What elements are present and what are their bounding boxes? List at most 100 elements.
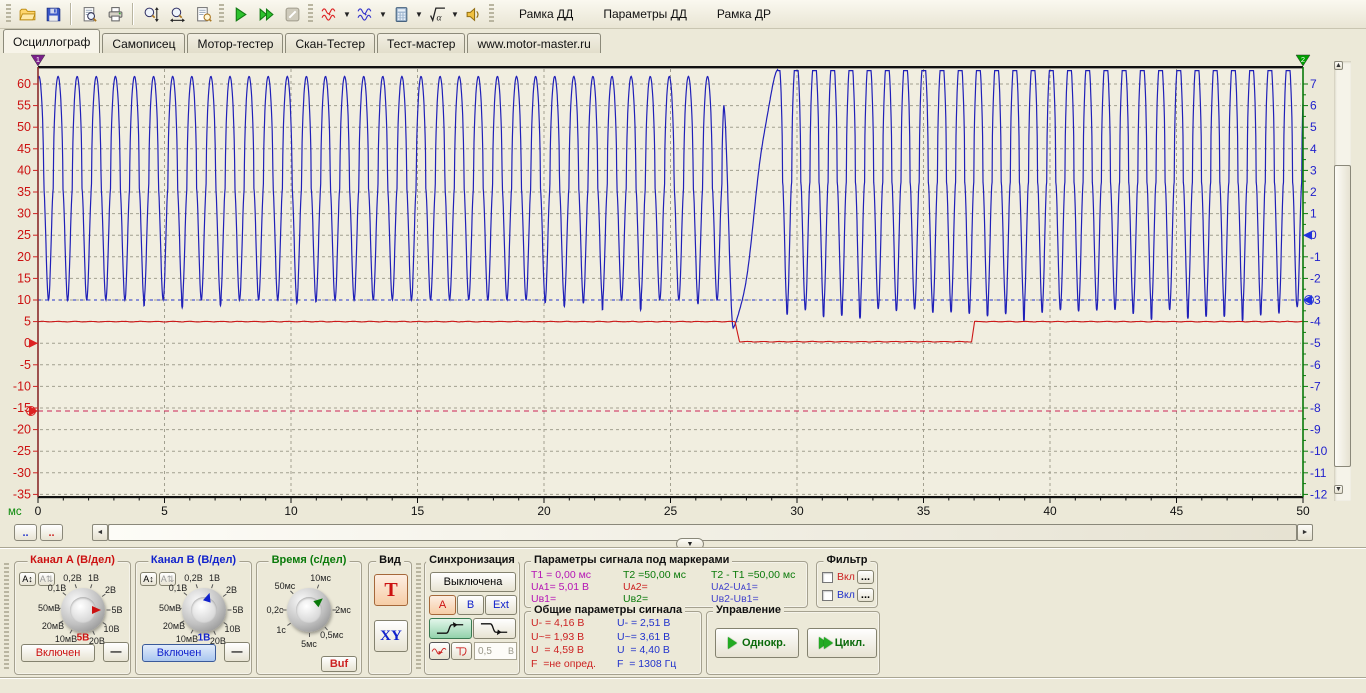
math-formula-button[interactable]: α <box>424 2 450 26</box>
vertical-scrollbar-thumb[interactable] <box>1334 165 1351 467</box>
time-dial-label: 5мс <box>301 639 317 649</box>
dropdown-arrow-icon[interactable]: ▼ <box>450 10 460 19</box>
toolbar-grip[interactable] <box>308 4 313 24</box>
signal-b-menu-button[interactable] <box>352 2 378 26</box>
dropdown-arrow-icon[interactable]: ▼ <box>414 10 424 19</box>
time-group: Время (с/дел) Buf 1с0,2с50мс10мс2мс0,5мс… <box>256 561 362 675</box>
x-axis-unit: мс <box>8 506 22 518</box>
view-xy-button[interactable]: XY <box>374 620 408 652</box>
filter-b-more-button[interactable]: ... <box>857 588 874 602</box>
time-dial-label: 10мс <box>310 573 331 583</box>
svg-text:-10: -10 <box>1310 444 1328 458</box>
tab-website[interactable]: www.motor-master.ru <box>467 33 600 53</box>
common-param-b: U~= 3,61 В <box>617 631 670 643</box>
tab-motor-tester[interactable]: Мотор-тестер <box>187 33 283 53</box>
sync-falling-edge-button[interactable] <box>473 618 516 639</box>
page-scale-button[interactable] <box>190 2 216 26</box>
tab-recorder[interactable]: Самописец <box>102 33 185 53</box>
svg-text:55: 55 <box>17 99 31 113</box>
tab-oscilloscope[interactable]: Осциллограф <box>3 29 100 53</box>
channel-b-coupling-dc-button[interactable]: А↕ <box>140 572 157 586</box>
common-param-b: U = 4,40 В <box>617 644 670 656</box>
svg-text:-1: -1 <box>1310 250 1321 264</box>
frame-dd-button[interactable]: Рамка ДД <box>511 3 581 25</box>
toolbar-grip[interactable] <box>6 4 11 24</box>
channel-a-zero-marker[interactable] <box>29 339 38 348</box>
sync-mode-auto-button[interactable] <box>429 642 450 660</box>
filter-b-label: Вкл <box>837 589 855 601</box>
buffer-button[interactable]: Buf <box>321 656 357 672</box>
play-icon <box>824 637 833 649</box>
params-dd-button[interactable]: Параметры ДД <box>595 3 695 25</box>
common-param-a: U~= 1,93 В <box>531 631 584 643</box>
toolbar-grip[interactable] <box>489 4 494 24</box>
signal-a-menu-button[interactable] <box>316 2 342 26</box>
svg-text:50: 50 <box>17 120 31 134</box>
scroll-up-button[interactable]: ▲ <box>1334 61 1343 70</box>
open-folder-icon <box>19 6 36 23</box>
tab-test-master[interactable]: Тест-мастер <box>377 33 465 53</box>
run-single-button[interactable]: Однокр. <box>715 628 799 658</box>
channel-b-power-button[interactable]: Включен <box>142 644 216 662</box>
filter-a-checkbox[interactable] <box>822 572 833 583</box>
svg-text:-35: -35 <box>13 487 31 501</box>
channel-a-dial-label: 0,2В <box>63 573 82 583</box>
svg-text:10: 10 <box>284 504 298 518</box>
zoom-vertical-button[interactable] <box>138 2 164 26</box>
dropdown-arrow-icon[interactable]: ▼ <box>378 10 388 19</box>
marker-param-value: Uᴀ2= <box>623 581 648 593</box>
tab-scan-tester[interactable]: Скан-Тестер <box>285 33 375 53</box>
sync-mode-level-button[interactable] <box>451 642 472 660</box>
sync-source-ext-button[interactable]: Ext <box>485 595 517 615</box>
print-button[interactable] <box>102 2 128 26</box>
scroll-right-button[interactable]: ► <box>1297 524 1313 541</box>
toolbar-separator <box>132 3 134 25</box>
channel-a-power-button[interactable]: Включен <box>21 644 95 662</box>
save-button[interactable] <box>40 2 66 26</box>
svg-text:5: 5 <box>1310 120 1317 134</box>
zoom-horizontal-button[interactable] <box>164 2 190 26</box>
sync-source-a-button[interactable]: А <box>429 595 456 615</box>
time-marker-1-label: 1 <box>36 55 40 64</box>
frame-dr-button[interactable]: Рамка ДР <box>709 3 779 25</box>
channel-a-invert-button[interactable]: — <box>103 642 129 662</box>
view-t-button[interactable]: T <box>374 574 408 606</box>
plot-top-border <box>38 66 1303 68</box>
sync-source-b-button[interactable]: B <box>457 595 484 615</box>
svg-text:45: 45 <box>17 142 31 156</box>
open-file-button[interactable] <box>14 2 40 26</box>
marker-param-value: T1 = 0,00 мс <box>531 569 591 581</box>
filter-a-more-button[interactable]: ... <box>857 570 874 584</box>
oscilloscope-plot[interactable]: 605550454035302520151050-5-10-15-20-25-3… <box>0 53 1366 521</box>
run-cycle-button[interactable] <box>253 2 279 26</box>
channel-b-invert-button[interactable]: — <box>224 642 250 662</box>
common-params-group: Общие параметры сигнала U- = 4,16 ВU~= 1… <box>524 611 702 675</box>
scroll-left-button[interactable]: ◄ <box>92 524 108 541</box>
sound-button[interactable] <box>460 2 486 26</box>
calculator-button[interactable] <box>388 2 414 26</box>
channel-a-coupling-dc-button[interactable]: А↕ <box>19 572 36 586</box>
channel-a-dial-label: 5В <box>111 605 122 615</box>
common-param-a: F =не опред. <box>531 658 596 670</box>
svg-text:-5: -5 <box>1310 336 1321 350</box>
scroll-down-button[interactable]: ▼ <box>1334 485 1343 494</box>
panel-grip[interactable] <box>416 563 421 669</box>
toolbar-grip[interactable] <box>219 4 224 24</box>
run-button[interactable] <box>227 2 253 26</box>
svg-text:40: 40 <box>1043 504 1057 518</box>
filter-b-checkbox[interactable] <box>822 590 833 601</box>
marker-2-button[interactable]: .. <box>40 524 63 541</box>
svg-text:15: 15 <box>17 271 31 285</box>
sync-off-button[interactable]: Выключена <box>430 572 516 592</box>
marker-1-button[interactable]: .. <box>14 524 37 541</box>
channel-a-dial-label: 20В <box>89 636 105 646</box>
sync-rising-edge-button[interactable] <box>429 618 472 639</box>
print-preview-button[interactable] <box>76 2 102 26</box>
horizontal-scrollbar-thumb[interactable] <box>108 524 1297 541</box>
channel-b-zero-marker[interactable] <box>1303 231 1312 240</box>
channel-a-knob-pointer[interactable] <box>83 606 101 614</box>
channel-b-dial-label: 0,2В <box>184 573 203 583</box>
panel-grip[interactable] <box>4 563 9 669</box>
run-cycle-button[interactable]: Цикл. <box>807 628 877 658</box>
dropdown-arrow-icon[interactable]: ▼ <box>342 10 352 19</box>
